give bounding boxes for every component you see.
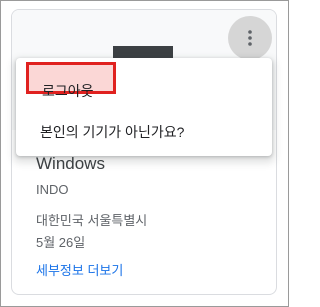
menu-item-logout[interactable]: 로그아웃 — [16, 72, 272, 106]
menu-item-label: 로그아웃 — [42, 83, 94, 99]
more-options-button[interactable] — [228, 16, 272, 60]
more-vert-icon — [248, 30, 252, 46]
device-date: 5월 26일 — [36, 235, 86, 250]
screenshot-frame: Windows INDO 대한민국 서울특별시 5월 26일 세부정보 더보기 … — [0, 0, 289, 307]
more-details-link[interactable]: 세부정보 더보기 — [36, 260, 123, 279]
options-menu: 로그아웃 본인의 기기가 아닌가요? — [16, 58, 272, 156]
device-subtitle: INDO — [36, 182, 69, 197]
device-name: Windows — [36, 154, 105, 173]
menu-item-not-your-device[interactable]: 본인의 기기가 아닌가요? — [16, 113, 272, 147]
device-location: 대한민국 서울특별시 — [36, 213, 148, 228]
menu-item-label: 본인의 기기가 아닌가요? — [40, 124, 185, 140]
